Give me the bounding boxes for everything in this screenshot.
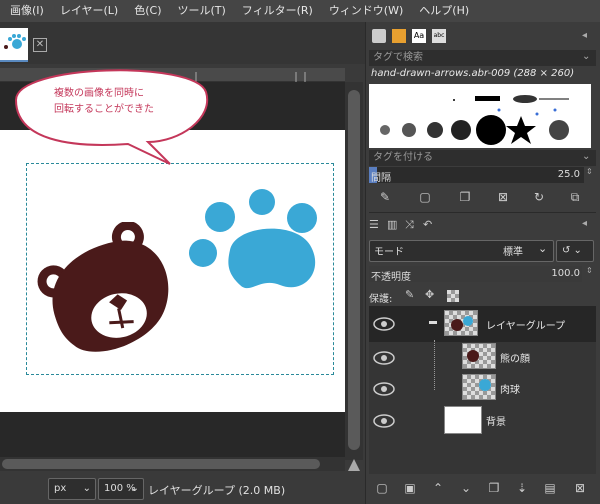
chevron-down-icon: ⌄ [130, 483, 139, 494]
lock-label: 保護: [369, 294, 393, 305]
callout-text: 複数の画像を同時に 回転することができた [54, 86, 204, 118]
raise-layer-icon[interactable]: ⌃ [430, 480, 446, 496]
delete-brush-icon[interactable]: ⊠ [496, 190, 510, 204]
brush-actions [369, 186, 596, 208]
mode-label: モード [374, 247, 404, 258]
brushes-tab-icon[interactable] [372, 29, 386, 43]
eye-icon[interactable] [373, 414, 395, 428]
mask-layer-icon[interactable]: ▤ [542, 480, 558, 496]
chevron-down-icon[interactable]: ⌄ [582, 51, 590, 62]
layer-name: 熊の顔 [500, 354, 530, 365]
spacing-value: 25.0 [557, 169, 580, 180]
horizontal-scroll-thumb[interactable] [2, 459, 320, 469]
navigate-icon[interactable] [347, 458, 361, 472]
new-layer-icon[interactable]: ▢ [374, 480, 390, 496]
menu-image[interactable]: 画像(I) [2, 0, 52, 22]
unit-select[interactable]: px ⌄ [48, 478, 96, 500]
layer-thumbnail [462, 343, 496, 369]
layer-thumbnail [462, 374, 496, 400]
dock-menu-icon[interactable]: ◂ [582, 30, 587, 41]
bear-face-artwork [37, 222, 169, 352]
menu-tools[interactable]: ツール(T) [169, 0, 233, 22]
brush-name: hand-drawn-arrows.abr-009 (288 × 260) [371, 68, 575, 79]
brush-grid[interactable] [369, 84, 591, 148]
lock-position-icon[interactable]: ✥ [425, 288, 434, 301]
layer-thumbnail [444, 310, 478, 336]
tag-attach-input[interactable]: タグを付ける [369, 150, 596, 166]
chevron-down-icon: ⌄ [538, 242, 548, 255]
vertical-scroll-thumb[interactable] [348, 90, 360, 450]
refresh-brushes-icon[interactable]: ↻ [532, 190, 546, 204]
menu-colors[interactable]: 色(C) [126, 0, 169, 22]
new-group-icon[interactable]: ▣ [402, 480, 418, 496]
unit-value: px [54, 483, 67, 494]
chevron-down-icon[interactable]: ⌄ [582, 151, 590, 162]
layer-name: 肉球 [500, 385, 520, 396]
lock-pixels-icon[interactable]: ✎ [405, 288, 414, 301]
close-tab-icon[interactable]: ✕ [33, 38, 47, 52]
dock-separator [369, 212, 596, 213]
status-info: レイヤーグループ (2.0 MB) [148, 484, 286, 497]
new-brush-icon[interactable]: ▢ [418, 190, 432, 204]
spinner-icon[interactable]: ⇕ [586, 266, 593, 275]
tag-search-input[interactable]: タグで検索 [369, 50, 596, 66]
collapse-group-icon[interactable] [429, 321, 437, 324]
opacity-label: 不透明度 [371, 272, 411, 283]
delete-layer-icon[interactable]: ⊠ [572, 480, 588, 496]
menu-help[interactable]: ヘルプ(H) [411, 0, 477, 22]
menubar: 画像(I) レイヤー(L) 色(C) ツール(T) フィルター(R) ウィンドウ… [0, 0, 600, 22]
layer-row-background[interactable] [369, 404, 596, 440]
composite-mode-select[interactable]: ↺ ⌄ [556, 240, 594, 262]
dock-menu-icon[interactable]: ◂ [582, 218, 587, 229]
document-history-tab-icon[interactable]: abc [432, 29, 446, 43]
chevron-down-icon: ⌄ [82, 483, 91, 494]
layer-thumbnail [444, 406, 482, 434]
zoom-select[interactable]: 100 % ⌄ [98, 478, 144, 500]
menu-windows[interactable]: ウィンドウ(W) [321, 0, 411, 22]
layer-name: 背景 [486, 417, 506, 428]
spinner-icon[interactable]: ⇕ [586, 167, 593, 176]
channels-tab-icon[interactable]: ▥ [387, 218, 397, 231]
edit-brush-icon[interactable]: ✎ [378, 190, 392, 204]
menu-filters[interactable]: フィルター(R) [234, 0, 321, 22]
lock-alpha-icon[interactable] [447, 290, 459, 302]
layers-tab-icon[interactable]: ☰ [369, 218, 379, 231]
menu-layer[interactable]: レイヤー(L) [52, 0, 126, 22]
paths-tab-icon[interactable]: ⤨ [405, 218, 414, 232]
callout-line-1: 複数の画像を同時に [54, 88, 144, 99]
patterns-tab-icon[interactable] [392, 29, 406, 43]
opacity-value: 100.0 [551, 268, 580, 279]
undo-history-tab-icon[interactable]: ↶ [423, 218, 432, 231]
eye-icon[interactable] [373, 382, 395, 396]
composite-icon: ↺ ⌄ [562, 245, 582, 256]
duplicate-brush-icon[interactable]: ❐ [458, 190, 472, 204]
duplicate-layer-icon[interactable]: ❐ [486, 480, 502, 496]
layer-name: レイヤーグループ [486, 321, 566, 332]
lock-row: 保護: ✎ ✥ [369, 288, 596, 305]
open-as-image-icon[interactable]: ⧉ [568, 190, 582, 204]
fonts-tab-icon[interactable]: Aa [412, 29, 426, 43]
eye-icon[interactable] [373, 317, 395, 331]
anchor-layer-icon[interactable]: ⇣ [514, 480, 530, 496]
paw-artwork [189, 189, 317, 289]
callout-line-2: 回転することができた [54, 104, 154, 115]
layer-dock-tabs: ☰ ▥ ⤨ ↶ ◂ [369, 216, 596, 234]
lower-layer-icon[interactable]: ⌄ [458, 480, 474, 496]
mode-value: 標準 [503, 247, 523, 258]
eye-icon[interactable] [373, 351, 395, 365]
spacing-label: 間隔 [371, 173, 391, 184]
